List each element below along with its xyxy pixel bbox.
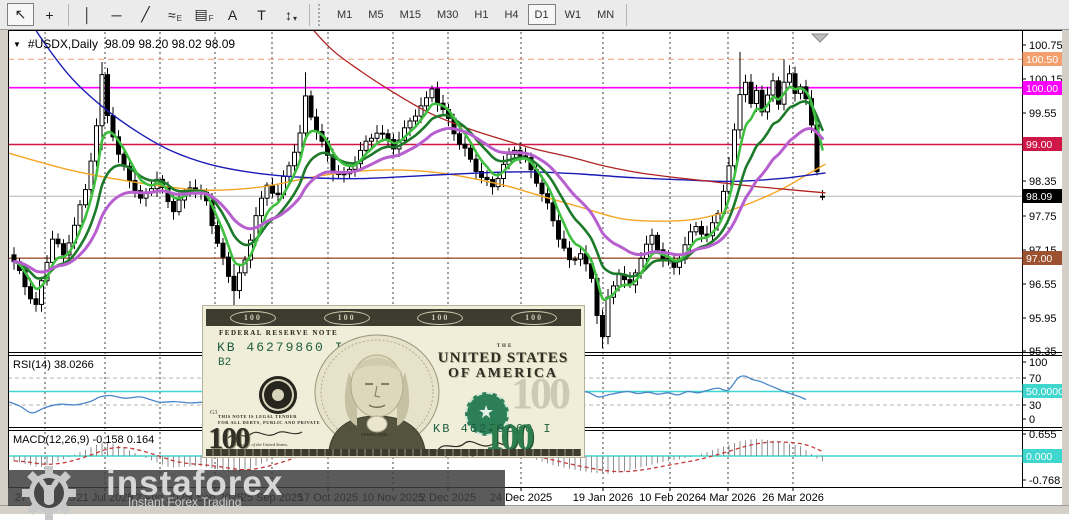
timeframe-W1[interactable]: W1: [558, 4, 589, 25]
rsi-tick-label: 100: [1029, 357, 1047, 369]
banknote-series: SERIES 2006: [361, 432, 387, 437]
price-tick-label: 98.35: [1029, 176, 1057, 188]
price-badge-label: 50.0000: [1026, 386, 1064, 398]
toolbar: ↖+ │─╱≈E▤FAT↕▾ M1M5M15M30H1H4D1W1MN: [0, 0, 1069, 30]
chart-title-row: ▼ #USDX,Daily 98.09 98.20 98.02 98.09: [13, 37, 235, 51]
price-badge-label: 0.000: [1026, 451, 1052, 463]
instaforex-tagline: Instant Forex Trading: [128, 495, 241, 509]
price-tick-label: 99.55: [1029, 108, 1057, 120]
price-tick-label: 100.75: [1029, 40, 1063, 52]
rsi-tick-label: 30: [1029, 400, 1041, 412]
rsi-tick-label: 0: [1029, 414, 1035, 426]
timeframe-H1[interactable]: H1: [467, 4, 495, 25]
macd-tick-label: 0.655: [1029, 429, 1057, 441]
timeframe-H4[interactable]: H4: [497, 4, 525, 25]
price-tick-label: 97.75: [1029, 211, 1057, 223]
toolbar-grip: [318, 4, 325, 26]
date-label: 26 Mar 2026: [762, 492, 824, 504]
tool-crosshair-tool[interactable]: +: [36, 3, 63, 26]
tool-trendline-tool[interactable]: ╱: [132, 3, 159, 26]
tool-equidistant-channel-tool[interactable]: ≈E: [161, 3, 188, 26]
banknote-bottom-ornament: [206, 449, 581, 456]
tool-arrows-tool[interactable]: ↕▾: [277, 3, 304, 26]
dollar-banknote-image: 100 100 100 100 FEDERAL RESERVE NOTE KB …: [202, 305, 585, 458]
date-label: 10 Feb 2026: [639, 492, 701, 504]
toolbar-separator: [309, 4, 310, 26]
price-badge-label: 97.00: [1026, 253, 1052, 265]
window-right-edge: [1062, 30, 1069, 505]
timeframe-D1[interactable]: D1: [528, 4, 556, 25]
rsi-indicator-label: RSI(14) 38.0266: [13, 359, 94, 371]
toolbar-separator: [626, 4, 627, 26]
toolbar-separator: [68, 4, 69, 26]
federal-reserve-seal: [259, 376, 297, 414]
tool-label-tool[interactable]: T: [248, 3, 275, 26]
banknote-legal-text-1: THIS NOTE IS LEGAL TENDER: [218, 414, 297, 419]
banknote-ornament-100: 100: [324, 311, 370, 325]
banknote-plate-letter: G3: [210, 410, 217, 416]
price-badge-label: 100.50: [1026, 54, 1058, 66]
instaforex-gear-bull-icon: [20, 462, 78, 520]
date-label: 4 Mar 2026: [700, 492, 756, 504]
price-badge-label: 99.00: [1026, 139, 1052, 151]
tool-text-tool[interactable]: A: [219, 3, 246, 26]
banknote-plate-id: B2: [218, 357, 231, 369]
timeframe-M30[interactable]: M30: [430, 4, 465, 25]
macd-indicator-label: MACD(12,26,9) -0.158 0.164: [13, 434, 154, 446]
macd-tick-label: -0.768: [1029, 475, 1060, 487]
chart-shift-marker: [812, 34, 828, 42]
tool-vertical-line-tool[interactable]: │: [74, 3, 101, 26]
banknote-ornament-100: 100: [417, 311, 463, 325]
symbol-dropdown-icon[interactable]: ▼: [13, 40, 21, 49]
timeframe-MN[interactable]: MN: [590, 4, 621, 25]
banknote-ornament-100: 100: [230, 311, 276, 325]
banknote-ornament-100: 100: [511, 311, 557, 325]
tool-fibonacci-tool[interactable]: ▤F: [190, 3, 217, 26]
timeframe-M15[interactable]: M15: [393, 4, 428, 25]
rsi-tick-label: 70: [1029, 373, 1041, 385]
price-badge-label: 100.00: [1026, 83, 1058, 95]
timeframe-M5[interactable]: M5: [361, 4, 390, 25]
banknote-country-line1: UNITED STATES: [425, 350, 581, 367]
candlestick-series: [12, 52, 825, 348]
timeframe-M1[interactable]: M1: [330, 4, 359, 25]
banknote-the: THE: [431, 344, 579, 349]
price-tick-label: 96.55: [1029, 279, 1057, 291]
ohlc-values: 98.09 98.20 98.02 98.09: [105, 37, 235, 51]
banknote-watermark-100: 100: [511, 368, 568, 419]
price-badge-label: 98.09: [1026, 191, 1052, 203]
tool-cursor-tool[interactable]: ↖: [7, 3, 34, 26]
date-label: 19 Jan 2026: [573, 492, 634, 504]
window-left-edge: [0, 30, 8, 505]
tool-horizontal-line-tool[interactable]: ─: [103, 3, 130, 26]
symbol-title: #USDX,Daily: [28, 37, 98, 51]
ma-purple: [14, 128, 823, 272]
price-tick-label: 95.95: [1029, 313, 1057, 325]
banknote-top-ornament: 100 100 100 100: [206, 309, 581, 326]
instaforex-watermark: instaforex Instant Forex Trading: [8, 470, 505, 506]
